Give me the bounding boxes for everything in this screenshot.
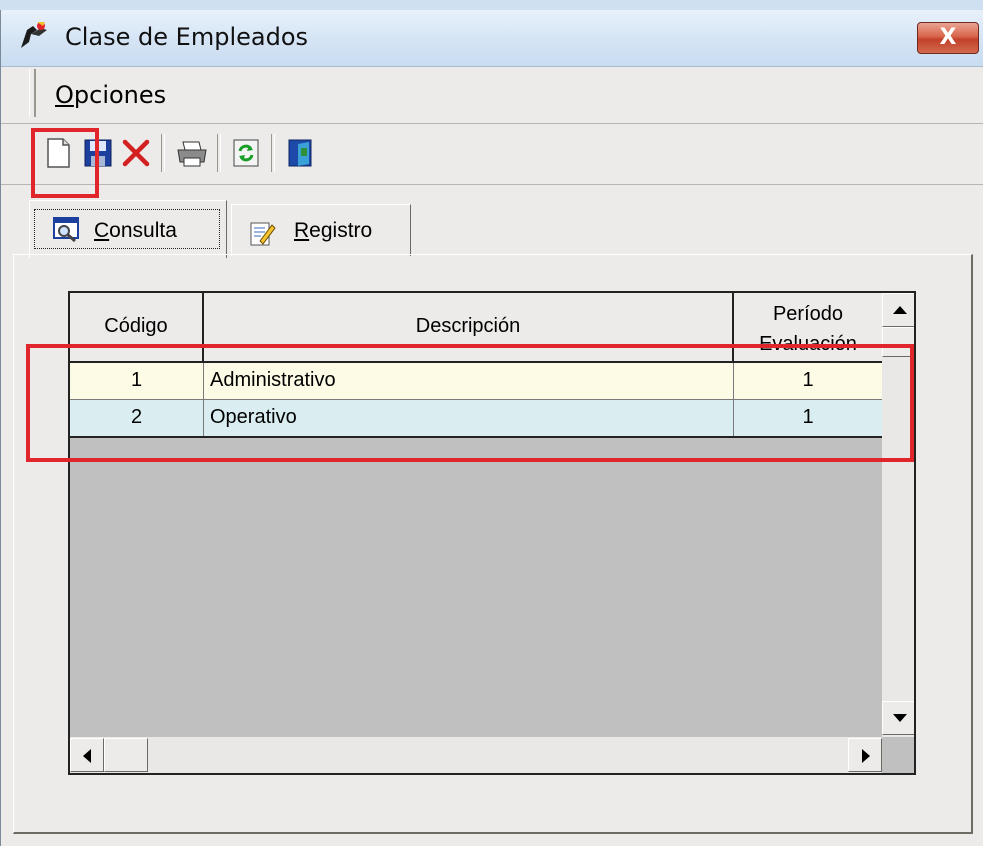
scroll-left-icon [83,749,91,763]
menu-opciones[interactable]: Opciones [55,81,166,109]
tab-strip: Consulta Registro [1,198,983,258]
tab-registro[interactable]: Registro [231,204,411,256]
notepad-pencil-icon [250,222,276,246]
red-x-icon[interactable] [119,136,153,170]
scroll-down-icon [893,714,907,722]
scroll-left-button[interactable] [70,738,104,772]
tab-accel: R [294,219,310,242]
focus-rectangle [34,209,220,249]
close-button[interactable]: X [917,22,979,54]
scroll-up-button[interactable] [882,293,914,327]
tab-registro-rest: egistro [309,219,373,242]
column-header-label: Código [104,315,168,337]
horizontal-scrollbar[interactable] [70,737,882,773]
scroll-up-icon [893,306,907,314]
column-header-label: Descripción [415,315,521,337]
scroll-down-button[interactable] [882,701,914,735]
rows-highlight [26,344,914,462]
toolbar [1,124,983,198]
app-icon [21,22,47,48]
column-header-label: Período [772,303,844,325]
exit-door-icon[interactable] [283,136,317,170]
scroll-right-button[interactable] [848,738,882,772]
refresh-icon[interactable] [229,136,263,170]
scrollbar-corner [882,737,914,773]
toolbar-separator [161,134,165,172]
printer-icon[interactable] [175,136,209,170]
tab-registro-label: Registro [294,219,372,243]
toolbar-separator [217,134,221,172]
menu-accel: O [55,81,74,109]
toolbar-separator [271,134,275,172]
new-button-highlight [31,128,99,198]
menu-bar: Opciones [1,67,983,124]
window-title: Clase de Empleados [65,23,308,51]
menu-opciones-rest: pciones [73,81,167,109]
scroll-thumb-horizontal[interactable] [104,738,148,772]
menu-grip-line [35,69,38,117]
tab-consulta[interactable]: Consulta [29,200,227,258]
scroll-right-icon [862,749,870,763]
title-bar[interactable]: Clase de Empleados X [1,10,983,67]
